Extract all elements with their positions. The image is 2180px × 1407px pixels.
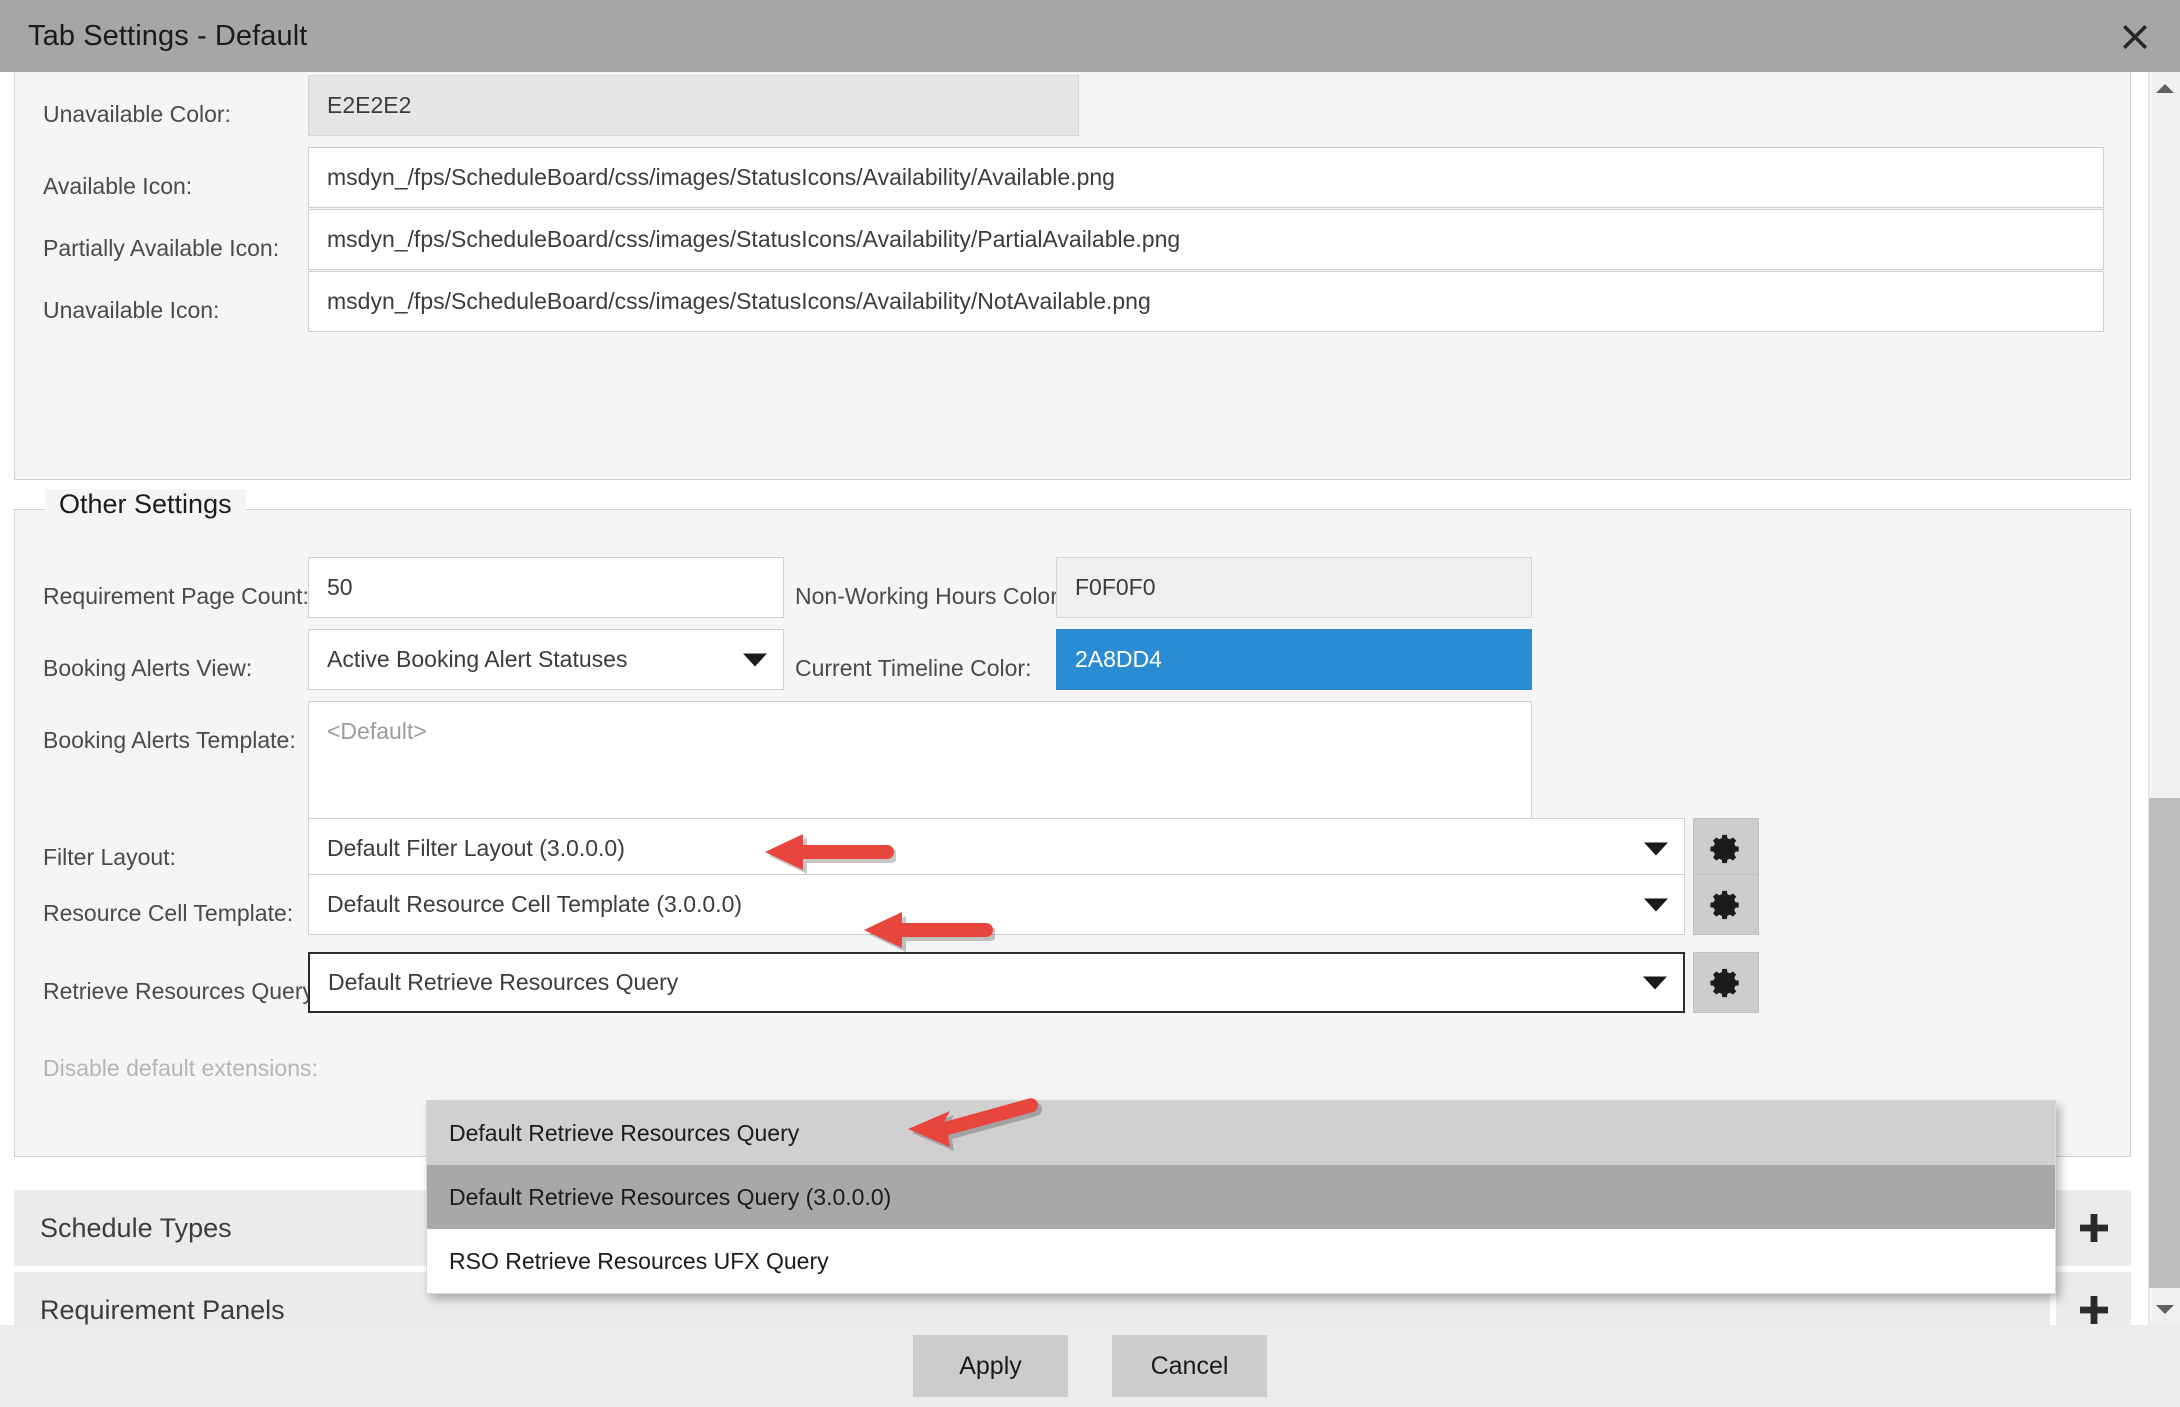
filter-layout-value: Default Filter Layout (3.0.0.0)	[327, 835, 625, 861]
requirement-page-count-input[interactable]: 50	[308, 557, 784, 618]
dialog-body: Unavailable Color: E2E2E2 Available Icon…	[0, 72, 2180, 1325]
unavailable-icon-field[interactable]: msdyn_/fps/ScheduleBoard/css/images/Stat…	[308, 271, 2104, 332]
available-icon-field[interactable]: msdyn_/fps/ScheduleBoard/css/images/Stat…	[308, 147, 2104, 208]
retrieve-resources-query-select[interactable]: Default Retrieve Resources Query	[308, 952, 1685, 1013]
dropdown-option-rso-retrieve-resources-ufx-query[interactable]: RSO Retrieve Resources UFX Query	[427, 1229, 2055, 1293]
other-settings-panel: Other Settings Requirement Page Count: 5…	[14, 489, 2131, 1157]
scroll-up-icon[interactable]	[2149, 72, 2180, 104]
booking-alerts-view-label: Booking Alerts View:	[43, 655, 253, 681]
vertical-scrollbar[interactable]	[2148, 72, 2180, 1325]
requirement-page-count-label: Requirement Page Count:	[43, 583, 309, 609]
chevron-down-icon	[1643, 976, 1667, 989]
dialog-footer: Apply Cancel	[0, 1325, 2180, 1407]
chevron-down-icon	[743, 653, 767, 666]
filter-layout-select[interactable]: Default Filter Layout (3.0.0.0)	[308, 818, 1685, 879]
tab-settings-dialog: Tab Settings - Default Unavailable Color…	[0, 0, 2180, 1407]
close-icon[interactable]	[2112, 13, 2158, 59]
chevron-down-icon	[1644, 898, 1668, 911]
requirement-panels-plus-icon[interactable]	[2056, 1272, 2131, 1325]
requirement-panels-title: Requirement Panels	[40, 1294, 285, 1325]
unavailable-color-label: Unavailable Color:	[43, 101, 231, 127]
available-icon-label: Available Icon:	[43, 173, 193, 199]
resource-cell-template-value: Default Resource Cell Template (3.0.0.0)	[327, 891, 743, 917]
dropdown-option-default-retrieve-resources-query[interactable]: Default Retrieve Resources Query	[427, 1101, 2055, 1165]
filter-layout-label: Filter Layout:	[43, 844, 176, 870]
other-settings-legend: Other Settings	[45, 489, 246, 520]
settings-scroll-region: Unavailable Color: E2E2E2 Available Icon…	[0, 72, 2148, 1325]
non-working-hours-color-label: Non-Working Hours Color:	[795, 583, 1065, 609]
retrieve-resources-query-gear-icon[interactable]	[1693, 952, 1759, 1013]
current-timeline-color-field[interactable]: 2A8DD4	[1056, 629, 1532, 690]
retrieve-resources-query-value: Default Retrieve Resources Query	[328, 969, 679, 995]
resource-cell-template-label: Resource Cell Template:	[43, 900, 294, 926]
booking-alerts-template-textarea[interactable]: <Default>	[308, 701, 1532, 831]
chevron-down-icon	[1644, 842, 1668, 855]
booking-alerts-view-value: Active Booking Alert Statuses	[327, 646, 628, 672]
disable-default-extensions-label: Disable default extensions:	[43, 1055, 318, 1081]
resource-cell-template-select[interactable]: Default Resource Cell Template (3.0.0.0)	[308, 874, 1685, 935]
dialog-title: Tab Settings - Default	[28, 19, 308, 52]
unavailable-color-field[interactable]: E2E2E2	[308, 75, 1079, 136]
filter-layout-gear-icon[interactable]	[1693, 818, 1759, 879]
non-working-hours-color-field[interactable]: F0F0F0	[1056, 557, 1532, 618]
dialog-titlebar: Tab Settings - Default	[0, 0, 2180, 72]
partially-available-icon-label: Partially Available Icon:	[43, 235, 280, 261]
schedule-types-title: Schedule Types	[40, 1212, 232, 1243]
availability-settings-panel: Unavailable Color: E2E2E2 Available Icon…	[14, 72, 2131, 480]
dropdown-option-default-retrieve-resources-query-3000[interactable]: Default Retrieve Resources Query (3.0.0.…	[427, 1165, 2055, 1229]
booking-alerts-view-select[interactable]: Active Booking Alert Statuses	[308, 629, 784, 690]
schedule-types-plus-icon[interactable]	[2056, 1190, 2131, 1266]
cancel-button[interactable]: Cancel	[1112, 1335, 1267, 1397]
apply-button[interactable]: Apply	[913, 1335, 1068, 1397]
booking-alerts-template-label: Booking Alerts Template:	[43, 727, 296, 753]
retrieve-resources-query-dropdown: Default Retrieve Resources Query Default…	[426, 1100, 2056, 1294]
current-timeline-color-label: Current Timeline Color:	[795, 655, 1032, 681]
unavailable-icon-label: Unavailable Icon:	[43, 297, 220, 323]
resource-cell-template-gear-icon[interactable]	[1693, 874, 1759, 935]
scrollbar-thumb[interactable]	[2149, 798, 2180, 1288]
partially-available-icon-field[interactable]: msdyn_/fps/ScheduleBoard/css/images/Stat…	[308, 209, 2104, 270]
scroll-down-icon[interactable]	[2149, 1293, 2180, 1325]
retrieve-resources-query-label: Retrieve Resources Query:	[43, 978, 321, 1004]
